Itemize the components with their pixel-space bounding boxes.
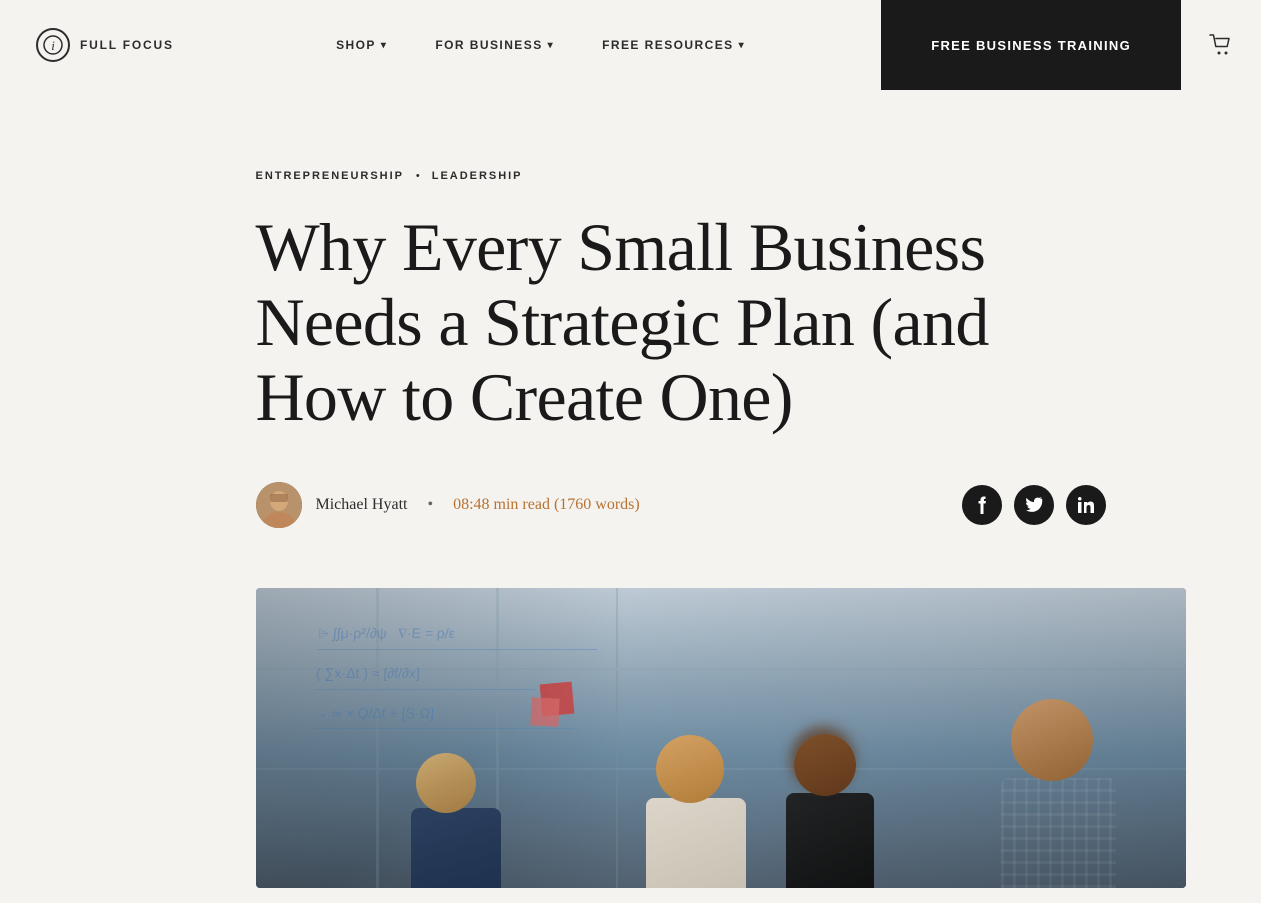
category-separator: • [416,170,420,182]
site-logo[interactable]: i FULL FOCUS [0,0,200,90]
article-meta: Michael Hyatt • 08:48 min read (1760 wor… [256,482,1106,528]
twitter-share-button[interactable] [1014,485,1054,525]
free-business-training-button[interactable]: FREE BUSINESS TRAINING [881,0,1181,90]
nav-for-business[interactable]: FOR BUSINESS ▾ [435,38,554,52]
logo-icon: i [36,28,70,62]
cart-button[interactable] [1181,0,1261,90]
nav-free-resources[interactable]: FREE RESOURCES ▾ [602,38,745,52]
main-nav: SHOP ▾ FOR BUSINESS ▾ FREE RESOURCES ▾ [200,0,881,90]
author-dot: • [427,496,433,514]
free-resources-chevron-icon: ▾ [739,40,745,51]
article-title: Why Every Small Business Needs a Strateg… [256,210,1106,434]
article-categories: ENTREPRENEURSHIP • LEADERSHIP [256,170,1106,182]
cart-icon [1209,34,1233,56]
svg-text:i: i [51,38,55,53]
avatar [256,482,302,528]
nav-shop[interactable]: SHOP ▾ [336,38,387,52]
author-info: Michael Hyatt • 08:48 min read (1760 wor… [256,482,640,528]
read-time: 08:48 min read (1760 words) [453,496,640,514]
for-business-chevron-icon: ▾ [548,40,554,51]
category-entrepreneurship[interactable]: ENTREPRENEURSHIP [256,170,404,182]
article-main: ENTREPRENEURSHIP • LEADERSHIP Why Every … [156,90,1106,888]
author-name: Michael Hyatt [316,496,408,514]
article-hero-image: ⌲ ∫∫μ·ρ²/∂ψ ∇·E = ρ/ε ( ∑x·Δt ) ≈ [∂f/∂x… [256,588,1186,888]
logo-text: FULL FOCUS [80,38,174,52]
category-leadership[interactable]: LEADERSHIP [432,170,523,182]
site-header: i FULL FOCUS SHOP ▾ FOR BUSINESS ▾ FREE … [0,0,1261,90]
shop-chevron-icon: ▾ [381,40,387,51]
facebook-share-button[interactable] [962,485,1002,525]
header-cta-area: FREE BUSINESS TRAINING [881,0,1181,90]
social-share [962,485,1106,525]
linkedin-share-button[interactable] [1066,485,1106,525]
